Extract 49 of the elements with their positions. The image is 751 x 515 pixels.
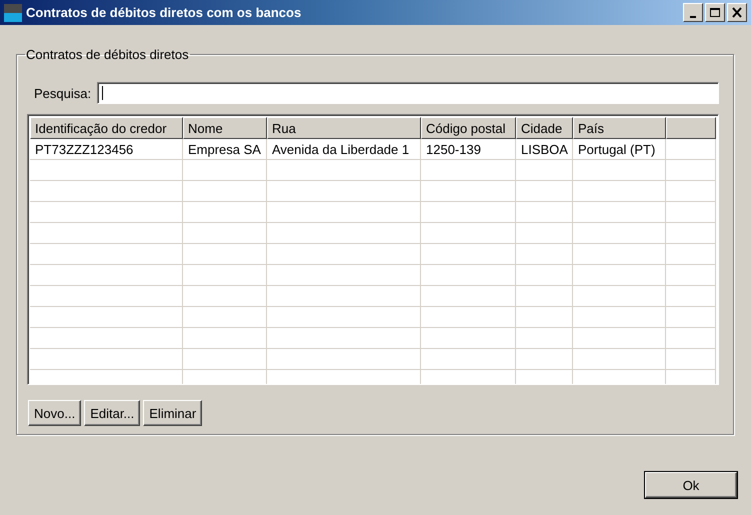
minimize-button[interactable]	[683, 3, 703, 22]
table-cell	[666, 328, 716, 349]
group-title: Contratos de débitos diretos	[25, 47, 190, 62]
table-cell	[666, 244, 716, 265]
window-title: Contratos de débitos diretos com os bancos	[26, 5, 302, 20]
table-cell	[666, 202, 716, 223]
column-header-filler	[666, 117, 716, 139]
table-cell: Avenida da Liberdade 1	[267, 139, 421, 160]
app-icon	[4, 4, 22, 22]
table-cell: LISBOA	[516, 139, 573, 160]
table-cell	[666, 223, 716, 244]
search-label: Pesquisa:	[34, 86, 92, 100]
new-button[interactable]: Novo...	[28, 400, 82, 426]
table-cell: 1250-139	[421, 139, 516, 160]
column-header[interactable]: Identificação do credor	[30, 117, 183, 139]
table-cell	[516, 202, 573, 223]
column-header[interactable]: Cidade	[516, 117, 573, 139]
table-cell	[516, 307, 573, 328]
table-cell	[666, 160, 716, 181]
column-header[interactable]: Rua	[267, 117, 421, 139]
delete-button[interactable]: Eliminar	[143, 400, 202, 426]
column-header[interactable]: Nome	[183, 117, 267, 139]
table-cell	[666, 286, 716, 307]
column-header[interactable]: Código postal	[421, 117, 516, 139]
table-cell	[516, 328, 573, 349]
table-cell: Empresa SA	[183, 139, 267, 160]
maximize-icon	[709, 7, 721, 18]
table-cell	[516, 244, 573, 265]
close-button[interactable]	[727, 3, 747, 22]
edit-button[interactable]: Editar...	[84, 400, 140, 426]
table-cell	[516, 265, 573, 286]
table-cell	[516, 286, 573, 307]
ok-button[interactable]: Ok	[645, 472, 737, 498]
column-header[interactable]: País	[573, 117, 666, 139]
table-cell	[666, 307, 716, 328]
search-field[interactable]	[97, 82, 719, 104]
minimize-icon	[690, 16, 696, 18]
maximize-button[interactable]	[705, 3, 725, 22]
table-cell	[516, 223, 573, 244]
table-cell	[666, 265, 716, 286]
table-cell: PT73ZZZ123456	[30, 139, 183, 160]
table-cell	[666, 349, 716, 370]
close-icon	[731, 7, 743, 18]
table-cell: Portugal (PT)	[573, 139, 666, 160]
table-cell	[516, 349, 573, 370]
table-cell	[516, 181, 573, 202]
table-cell	[666, 139, 716, 160]
table-cell	[516, 160, 573, 181]
table-cell	[666, 181, 716, 202]
